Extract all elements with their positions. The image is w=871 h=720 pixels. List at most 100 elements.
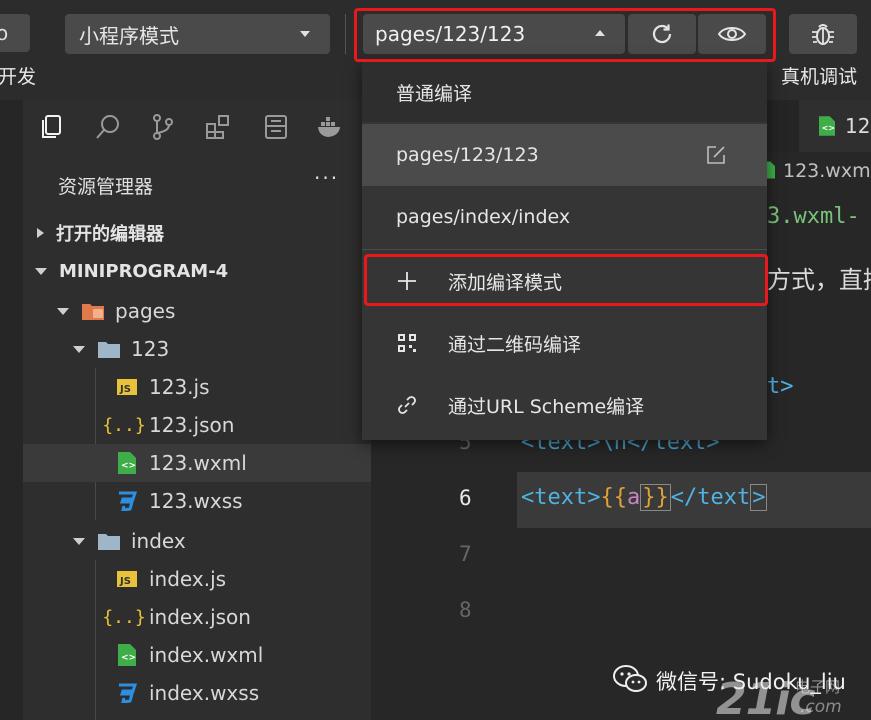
code-text-fragment: 方式，直接 [767, 266, 871, 294]
code-token: > [750, 484, 768, 511]
explorer-panel: 资源管理器 ··· 打开的编辑器 MINIPROGRAM-4 pages 123… [23, 100, 371, 720]
code-token: <text> [521, 485, 601, 510]
tree-file-123-wxml[interactable]: <> 123.wxml [23, 444, 371, 482]
svg-text:<>: <> [121, 461, 136, 471]
toolbar-divider [345, 14, 346, 54]
dropdown-item-label: pages/123/123 [396, 144, 539, 166]
compile-refresh-button[interactable] [628, 14, 696, 54]
line-number: 7 [459, 542, 472, 566]
code-token: }} [640, 484, 671, 511]
extensions-icon[interactable] [203, 112, 233, 142]
mode-select-value: 小程序模式 [79, 23, 179, 48]
tree-file-123-wxss[interactable]: 123.wxss [23, 482, 371, 520]
plus-icon [398, 272, 416, 290]
tree-label: index.js [149, 567, 227, 591]
line-number: 8 [459, 598, 472, 622]
js-file-icon: JS [115, 376, 139, 398]
code-tag-fragment: t> [767, 374, 794, 399]
tree-label: 123 [131, 337, 170, 361]
project-section[interactable]: MINIPROGRAM-4 [23, 252, 371, 290]
bug-icon [812, 24, 834, 45]
normal-compile-header: 普通编译 [362, 62, 767, 122]
tree-label: 123.wxss [149, 489, 243, 513]
code-token: {{ [600, 485, 627, 510]
preview-button[interactable] [698, 14, 766, 54]
code-token: a [626, 485, 641, 510]
chevron-down-icon [73, 537, 85, 545]
tree-folder-123[interactable]: 123 [23, 330, 371, 368]
tree-file-index-json[interactable]: {..} index.json [23, 598, 371, 636]
eye-icon [717, 27, 747, 41]
json-file-icon: {..} [102, 414, 146, 436]
explorer-title: 资源管理器 [58, 176, 154, 198]
tree-file-index-wxml[interactable]: <> index.wxml [23, 636, 371, 674]
add-compile-mode-item[interactable]: 添加编译模式 [362, 250, 767, 312]
tree-folder-index[interactable]: index [23, 522, 371, 560]
caret-up-icon [595, 30, 605, 36]
real-device-debug-label: 真机调试 [781, 66, 858, 88]
mode-select[interactable]: 小程序模式 [65, 14, 330, 54]
tree-label: 123.js [149, 375, 210, 399]
tree-file-index-js[interactable]: JS index.js [23, 560, 371, 598]
chevron-down-icon [57, 307, 69, 315]
code-token: /text [683, 485, 751, 510]
code-comment-fragment: 3.wxml- [767, 204, 860, 229]
search-icon[interactable] [93, 112, 123, 142]
files-icon[interactable] [37, 112, 67, 142]
qrcode-icon [398, 334, 416, 352]
svg-text:<>: <> [121, 653, 136, 663]
dropdown-header-label: 普通编译 [396, 82, 473, 105]
tree-file-index-wxss[interactable]: index.wxss [23, 674, 371, 712]
refresh-icon [652, 24, 672, 44]
watermark-logo-com: .com [800, 697, 842, 717]
line-number: 6 [459, 486, 472, 510]
wxml-file-icon: <> [115, 452, 139, 474]
left-toolbar-button[interactable]: o [0, 14, 30, 52]
docker-icon[interactable] [315, 112, 345, 142]
wxss-file-icon [115, 490, 139, 512]
more-actions-icon[interactable]: ··· [314, 166, 339, 190]
chevron-right-icon [37, 228, 44, 238]
source-control-icon[interactable] [148, 112, 178, 142]
url-scheme-compile-item[interactable]: 通过URL Scheme编译 [362, 374, 767, 436]
tree-label: index.wxss [149, 681, 260, 705]
tree-folder-pages[interactable]: pages [23, 292, 371, 330]
open-editors-section[interactable]: 打开的编辑器 [23, 214, 371, 252]
wechat-icon [613, 665, 647, 692]
edit-icon[interactable] [705, 144, 727, 166]
caret-down-icon [300, 31, 310, 37]
dropdown-item-label: 添加编译模式 [448, 271, 563, 294]
svg-text:JS: JS [119, 576, 131, 587]
editor-tab-123-wxml[interactable]: <> 12 [799, 100, 871, 152]
folder-icon [98, 534, 120, 550]
dropdown-item-label: 通过二维码编译 [448, 333, 582, 356]
tree-label: index.json [149, 605, 251, 629]
svg-text:<>: <> [822, 123, 835, 132]
left-toolbar-button-label: o [0, 21, 9, 45]
storage-icon[interactable] [261, 112, 291, 142]
breadcrumb[interactable]: 123.wxm [761, 160, 871, 182]
dropdown-item-label: pages/index/index [396, 206, 571, 228]
tree-file-123-js[interactable]: JS 123.js [23, 368, 371, 406]
compile-page-select[interactable]: pages/123/123 [363, 14, 625, 54]
dropdown-item-label: 通过URL Scheme编译 [448, 395, 645, 418]
code-line-6[interactable]: <text>{{a}}</text> [521, 484, 768, 511]
tree-label: pages [115, 299, 176, 323]
link-icon [398, 396, 416, 414]
chevron-down-icon [35, 267, 47, 275]
real-device-debug-button[interactable] [789, 14, 857, 54]
watermark-logo-sub: 电子网 [795, 678, 841, 696]
wxss-file-icon [115, 682, 139, 704]
code-token: < [670, 485, 684, 510]
breadcrumb-label: 123.wxm [783, 160, 871, 182]
tree-file-123-json[interactable]: {..} 123.json [23, 406, 371, 444]
dropdown-item-pages-index[interactable]: pages/index/index [362, 186, 767, 248]
svg-text:JS: JS [119, 384, 131, 395]
dev-label: 开发 [0, 66, 37, 88]
activity-strip [0, 100, 23, 720]
compile-page-select-value: pages/123/123 [375, 22, 526, 46]
wxml-file-icon: <> [819, 116, 835, 136]
dropdown-item-pages-123[interactable]: pages/123/123 [362, 124, 767, 186]
json-file-icon: {..} [102, 606, 146, 628]
qrcode-compile-item[interactable]: 通过二维码编译 [362, 312, 767, 374]
